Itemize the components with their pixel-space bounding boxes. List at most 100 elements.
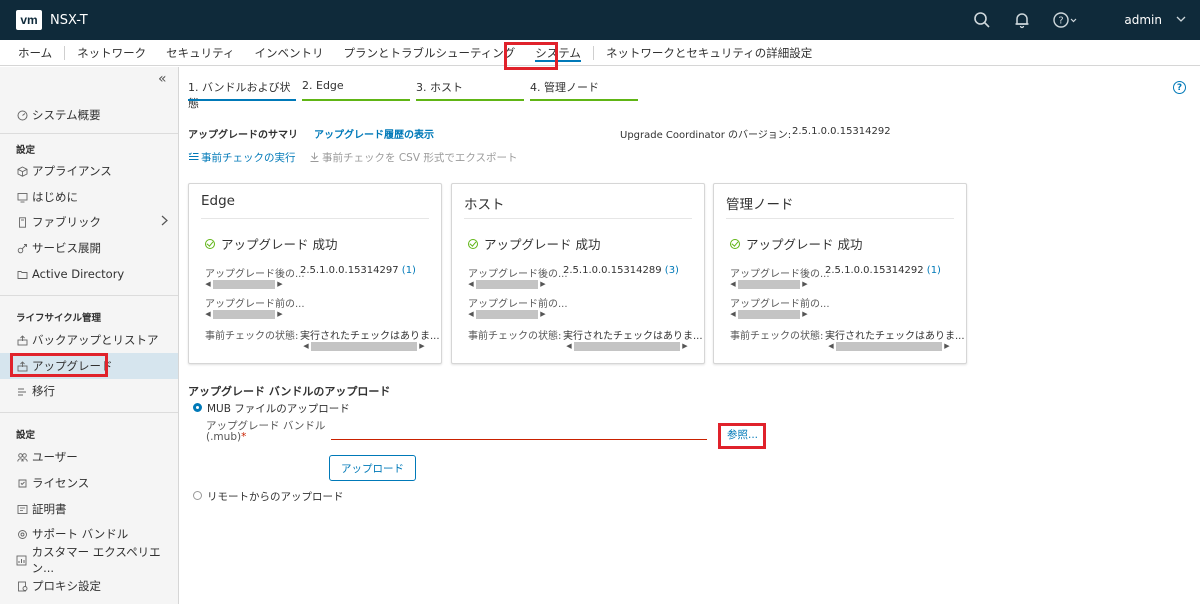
sidebar-item-overview[interactable]: システム概要: [0, 103, 178, 127]
download-icon: [310, 152, 319, 165]
sidebar-item-users[interactable]: ユーザー: [0, 445, 178, 469]
scroll-right-icon[interactable]: ▶: [942, 342, 952, 350]
nav-networking[interactable]: ネットワーク: [67, 40, 156, 66]
scroll-right-icon[interactable]: ▶: [275, 310, 285, 318]
sidebar-item-licenses[interactable]: ライセンス: [0, 471, 178, 495]
scroll-thumb[interactable]: [476, 309, 538, 319]
scroll-left-icon[interactable]: ◀: [466, 280, 476, 288]
sidebar-item-certificates[interactable]: 証明書: [0, 497, 178, 521]
sidebar-divider: [0, 295, 178, 296]
horizontal-scrollbar[interactable]: ◀ ▶: [564, 340, 690, 352]
view-history-link[interactable]: アップグレード履歴の表示: [314, 126, 434, 141]
run-precheck-button[interactable]: 事前チェックの実行: [188, 150, 296, 165]
user-name[interactable]: admin: [1124, 13, 1162, 27]
card-title: Edge: [201, 193, 235, 209]
after-upgrade-value: 2.5.1.0.0.15314289 (3): [563, 265, 679, 276]
upload-button[interactable]: アップロード: [329, 455, 416, 481]
folder-icon: [16, 268, 28, 280]
sidebar-item-customer-experience[interactable]: カスタマー エクスペリエン...: [0, 545, 178, 575]
sidebar-item-migrate[interactable]: 移行: [0, 379, 178, 403]
scroll-thumb[interactable]: [476, 279, 538, 289]
step-hosts[interactable]: 3. ホスト: [416, 79, 524, 101]
scroll-right-icon[interactable]: ▶: [275, 280, 285, 288]
sidebar-item-fabric[interactable]: ファブリック: [0, 210, 178, 234]
scroll-thumb[interactable]: [836, 341, 942, 351]
radio-mub-upload[interactable]: [193, 403, 202, 412]
search-icon[interactable]: [972, 10, 992, 30]
export-precheck-csv-button[interactable]: 事前チェックを CSV 形式でエクスポート: [310, 150, 518, 165]
horizontal-scrollbar[interactable]: ◀ ▶: [728, 278, 810, 290]
mub-upload-label[interactable]: MUB ファイルのアップロード: [207, 401, 350, 416]
help-icon[interactable]: ?: [1173, 81, 1186, 94]
horizontal-scrollbar[interactable]: ◀ ▶: [203, 278, 285, 290]
scroll-left-icon[interactable]: ◀: [728, 310, 738, 318]
scroll-right-icon[interactable]: ▶: [680, 342, 690, 350]
scroll-left-icon[interactable]: ◀: [564, 342, 574, 350]
card-divider: [726, 218, 954, 219]
version-text: 2.5.1.0.0.15314297: [300, 265, 399, 276]
sidebar-item-label: バックアップとリストア: [32, 333, 159, 347]
app-title: NSX-T: [50, 12, 88, 28]
scroll-right-icon[interactable]: ▶: [800, 310, 810, 318]
scroll-left-icon[interactable]: ◀: [728, 280, 738, 288]
sidebar-item-appliances[interactable]: アプライアンス: [0, 159, 178, 183]
count-link[interactable]: (1): [402, 265, 416, 276]
scroll-right-icon[interactable]: ▶: [417, 342, 427, 350]
sidebar-item-active-directory[interactable]: Active Directory: [0, 262, 178, 286]
count-link[interactable]: (1): [927, 265, 941, 276]
nav-advanced[interactable]: ネットワークとセキュリティの詳細設定: [596, 40, 822, 66]
highlight-upgrade-item: [10, 353, 108, 377]
step-edge[interactable]: 2. Edge: [302, 79, 410, 101]
nav-inventory[interactable]: インベントリ: [244, 40, 333, 66]
card-divider: [201, 218, 429, 219]
scroll-thumb[interactable]: [738, 279, 800, 289]
sidebar-divider: [0, 133, 178, 134]
remote-upload-label[interactable]: リモートからのアップロード: [207, 489, 344, 504]
horizontal-scrollbar[interactable]: ◀ ▶: [301, 340, 427, 352]
card-title: 管理ノード: [726, 197, 794, 213]
scroll-left-icon[interactable]: ◀: [203, 280, 213, 288]
coordinator-version-label: Upgrade Coordinator のバージョン:: [620, 130, 792, 141]
scroll-thumb[interactable]: [213, 279, 275, 289]
bell-icon[interactable]: [1012, 10, 1032, 30]
sidebar-item-backup-restore[interactable]: バックアップとリストア: [0, 328, 178, 352]
horizontal-scrollbar[interactable]: ◀ ▶: [466, 308, 548, 320]
horizontal-scrollbar[interactable]: ◀ ▶: [203, 308, 285, 320]
scroll-thumb[interactable]: [213, 309, 275, 319]
scroll-left-icon[interactable]: ◀: [301, 342, 311, 350]
scroll-left-icon[interactable]: ◀: [466, 310, 476, 318]
required-marker: *: [241, 431, 247, 443]
sidebar-item-label: Active Directory: [32, 267, 125, 281]
sidebar-item-service-deployment[interactable]: サービス展開: [0, 236, 178, 260]
count-link[interactable]: (3): [665, 265, 679, 276]
status-text: アップグレード 成功: [221, 237, 338, 252]
radio-remote-upload[interactable]: [193, 491, 202, 500]
nav-home[interactable]: ホーム: [0, 40, 62, 66]
collapse-sidebar-button[interactable]: «: [158, 71, 167, 87]
bundle-file-input[interactable]: [331, 439, 707, 440]
sidebar-item-proxy[interactable]: プロキシ設定: [0, 574, 178, 598]
help-menu-icon[interactable]: ?: [1052, 10, 1080, 30]
step-progress-bar: [188, 99, 296, 101]
scroll-right-icon[interactable]: ▶: [800, 280, 810, 288]
chevron-down-icon[interactable]: [1176, 15, 1186, 25]
server-icon: [16, 216, 28, 228]
step-bundle-status[interactable]: 1. バンドルおよび状態: [188, 79, 296, 110]
sidebar-item-getting-started[interactable]: はじめに: [0, 185, 178, 209]
horizontal-scrollbar[interactable]: ◀ ▶: [466, 278, 548, 290]
nav-plan-troubleshoot[interactable]: プランとトラブルシューティング: [333, 40, 525, 66]
scroll-left-icon[interactable]: ◀: [203, 310, 213, 318]
coordinator-version: 2.5.1.0.0.15314292: [792, 126, 891, 137]
nav-security[interactable]: セキュリティ: [156, 40, 244, 66]
scroll-thumb[interactable]: [574, 341, 680, 351]
scroll-thumb[interactable]: [738, 309, 800, 319]
horizontal-scrollbar[interactable]: ◀ ▶: [728, 308, 810, 320]
scroll-right-icon[interactable]: ▶: [538, 310, 548, 318]
sidebar-item-support-bundle[interactable]: サポート バンドル: [0, 522, 178, 546]
horizontal-scrollbar[interactable]: ◀ ▶: [826, 340, 952, 352]
scroll-thumb[interactable]: [311, 341, 417, 351]
step-management-nodes[interactable]: 4. 管理ノード: [530, 79, 638, 101]
step-progress-bar: [416, 99, 524, 101]
scroll-right-icon[interactable]: ▶: [538, 280, 548, 288]
scroll-left-icon[interactable]: ◀: [826, 342, 836, 350]
